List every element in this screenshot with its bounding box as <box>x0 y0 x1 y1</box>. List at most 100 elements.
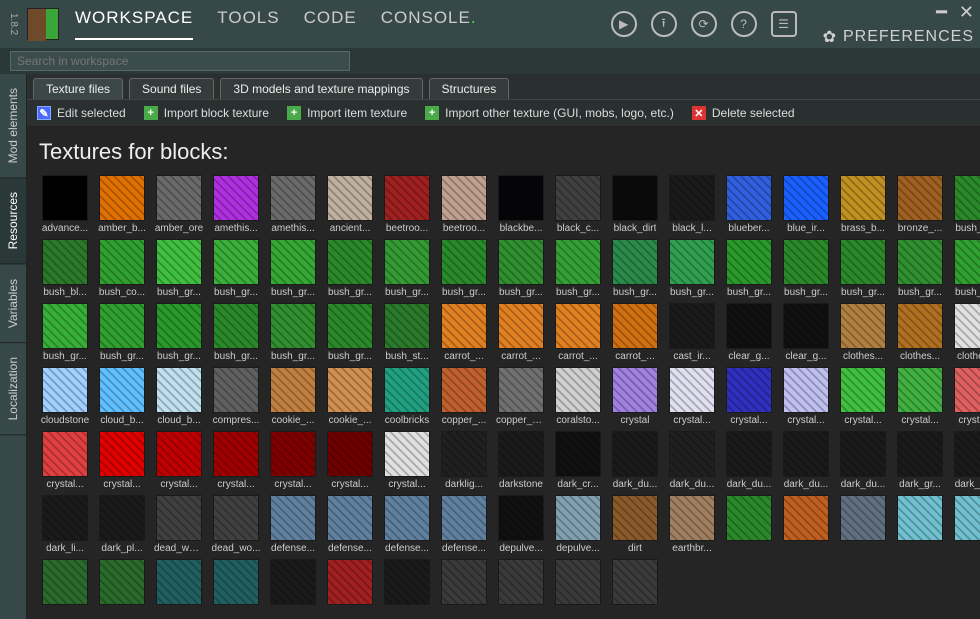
export-icon[interactable]: ⭱ <box>651 11 677 37</box>
texture-item[interactable]: bush_gr... <box>951 239 980 298</box>
import-other-button[interactable]: + Import other texture (GUI, mobs, logo,… <box>425 106 674 120</box>
texture-item[interactable]: amber_ore <box>153 175 205 234</box>
run-icon[interactable]: ▶ <box>611 11 637 37</box>
texture-item[interactable]: bush_gr... <box>666 239 718 298</box>
texture-item[interactable]: carrot_... <box>552 303 604 362</box>
texture-item[interactable]: carrot_... <box>609 303 661 362</box>
texture-item[interactable]: crystal... <box>951 367 980 426</box>
texture-item[interactable]: dark_cr... <box>552 431 604 490</box>
texture-item[interactable]: crystal... <box>381 431 433 490</box>
texture-item[interactable]: blackbe... <box>495 175 547 234</box>
edit-selected-button[interactable]: ✎ Edit selected <box>37 106 126 120</box>
texture-item[interactable]: bush_gr... <box>210 239 262 298</box>
texture-item[interactable]: defense... <box>381 495 433 554</box>
texture-item[interactable]: dark_li... <box>39 495 91 554</box>
texture-item[interactable]: black_dirt <box>609 175 661 234</box>
texture-item[interactable]: bush_gr... <box>96 303 148 362</box>
texture-item[interactable]: crystal... <box>96 431 148 490</box>
texture-item[interactable]: compres... <box>210 367 262 426</box>
sidebar-item-resources[interactable]: Resources <box>0 178 26 264</box>
texture-item[interactable]: crystal... <box>324 431 376 490</box>
texture-item[interactable]: dark_du... <box>609 431 661 490</box>
texture-item[interactable] <box>381 559 433 607</box>
texture-item[interactable]: bush_gr... <box>39 303 91 362</box>
texture-item[interactable]: bush_st... <box>381 303 433 362</box>
texture-item[interactable]: advance... <box>39 175 91 234</box>
texture-item[interactable]: crystal... <box>39 431 91 490</box>
texture-item[interactable]: cloud_b... <box>153 367 205 426</box>
texture-item[interactable]: cloudstone <box>39 367 91 426</box>
texture-item[interactable]: bush_gr... <box>723 239 775 298</box>
texture-item[interactable]: amber_b... <box>96 175 148 234</box>
texture-item[interactable] <box>495 559 547 607</box>
texture-item[interactable]: bush_gr... <box>210 303 262 362</box>
texture-item[interactable]: dead_wood <box>153 495 205 554</box>
preferences-button[interactable]: ✿ PREFERENCES <box>823 27 974 47</box>
texture-item[interactable]: cookie_... <box>324 367 376 426</box>
texture-item[interactable]: bush_gr... <box>267 239 319 298</box>
texture-item[interactable]: clear_g... <box>723 303 775 362</box>
texture-item[interactable]: bush_gr... <box>381 239 433 298</box>
texture-item[interactable] <box>324 559 376 607</box>
texture-item[interactable]: bush_bl... <box>39 239 91 298</box>
subtab-texture-files[interactable]: Texture files <box>33 78 123 99</box>
texture-item[interactable]: black_c... <box>552 175 604 234</box>
texture-item[interactable]: bush_gr... <box>609 239 661 298</box>
texture-item[interactable] <box>837 495 889 554</box>
sidebar-item-mod-elements[interactable]: Mod elements <box>0 74 26 178</box>
close-icon[interactable]: ✕ <box>959 2 974 23</box>
texture-item[interactable]: cast_ir... <box>666 303 718 362</box>
texture-item[interactable]: dark_du... <box>837 431 889 490</box>
texture-item[interactable]: bush_gr... <box>495 239 547 298</box>
texture-item[interactable]: blue_ir... <box>780 175 832 234</box>
import-item-button[interactable]: + Import item texture <box>287 106 407 120</box>
tab-code[interactable]: CODE <box>304 8 357 40</box>
texture-item[interactable]: copper_ore <box>495 367 547 426</box>
texture-item[interactable]: clothes... <box>894 303 946 362</box>
texture-item[interactable]: bush_co... <box>96 239 148 298</box>
texture-item[interactable]: defense... <box>267 495 319 554</box>
texture-item[interactable] <box>39 559 91 607</box>
texture-item[interactable] <box>609 559 661 607</box>
texture-item[interactable] <box>894 495 946 554</box>
texture-item[interactable]: bush_gr... <box>153 303 205 362</box>
texture-item[interactable]: amethis... <box>267 175 319 234</box>
texture-item[interactable]: earthbr... <box>666 495 718 554</box>
texture-item[interactable]: bush_gr... <box>894 239 946 298</box>
texture-item[interactable]: carrot_... <box>495 303 547 362</box>
texture-item[interactable]: carrot_... <box>438 303 490 362</box>
texture-item[interactable]: copper_... <box>438 367 490 426</box>
texture-item[interactable]: depulve... <box>552 495 604 554</box>
texture-item[interactable]: crystal... <box>210 431 262 490</box>
texture-item[interactable]: coolbricks <box>381 367 433 426</box>
texture-item[interactable]: dark_du... <box>666 431 718 490</box>
texture-item[interactable]: bush_gr... <box>153 239 205 298</box>
subtab-structures[interactable]: Structures <box>429 78 510 99</box>
texture-item[interactable]: crystal... <box>780 367 832 426</box>
texture-item[interactable]: bush_gr... <box>552 239 604 298</box>
sidebar-item-localization[interactable]: Localization <box>0 343 26 435</box>
texture-item[interactable]: amethis... <box>210 175 262 234</box>
texture-item[interactable]: darklig... <box>438 431 490 490</box>
texture-item[interactable]: crystal... <box>267 431 319 490</box>
help-icon[interactable]: ? <box>731 11 757 37</box>
texture-item[interactable]: brass_b... <box>837 175 889 234</box>
texture-item[interactable]: bush_gr... <box>837 239 889 298</box>
texture-item[interactable]: crystal... <box>837 367 889 426</box>
texture-item[interactable]: dead_wo... <box>210 495 262 554</box>
texture-item[interactable]: darkstone <box>495 431 547 490</box>
texture-item[interactable]: cloud_b... <box>96 367 148 426</box>
texture-item[interactable]: crystal... <box>723 367 775 426</box>
texture-item[interactable]: clothes... <box>951 303 980 362</box>
texture-item[interactable]: dark_du... <box>780 431 832 490</box>
texture-item[interactable]: bush_gr... <box>780 239 832 298</box>
delete-selected-button[interactable]: ✕ Delete selected <box>692 106 795 120</box>
texture-item[interactable]: dark_pl... <box>96 495 148 554</box>
texture-item[interactable] <box>780 495 832 554</box>
tab-console[interactable]: CONSOLE. <box>381 8 477 40</box>
texture-item[interactable]: beetroo... <box>381 175 433 234</box>
texture-item[interactable]: bronze_... <box>894 175 946 234</box>
minimize-icon[interactable]: ━ <box>936 2 947 23</box>
texture-item[interactable]: crystal... <box>153 431 205 490</box>
texture-item[interactable] <box>438 559 490 607</box>
